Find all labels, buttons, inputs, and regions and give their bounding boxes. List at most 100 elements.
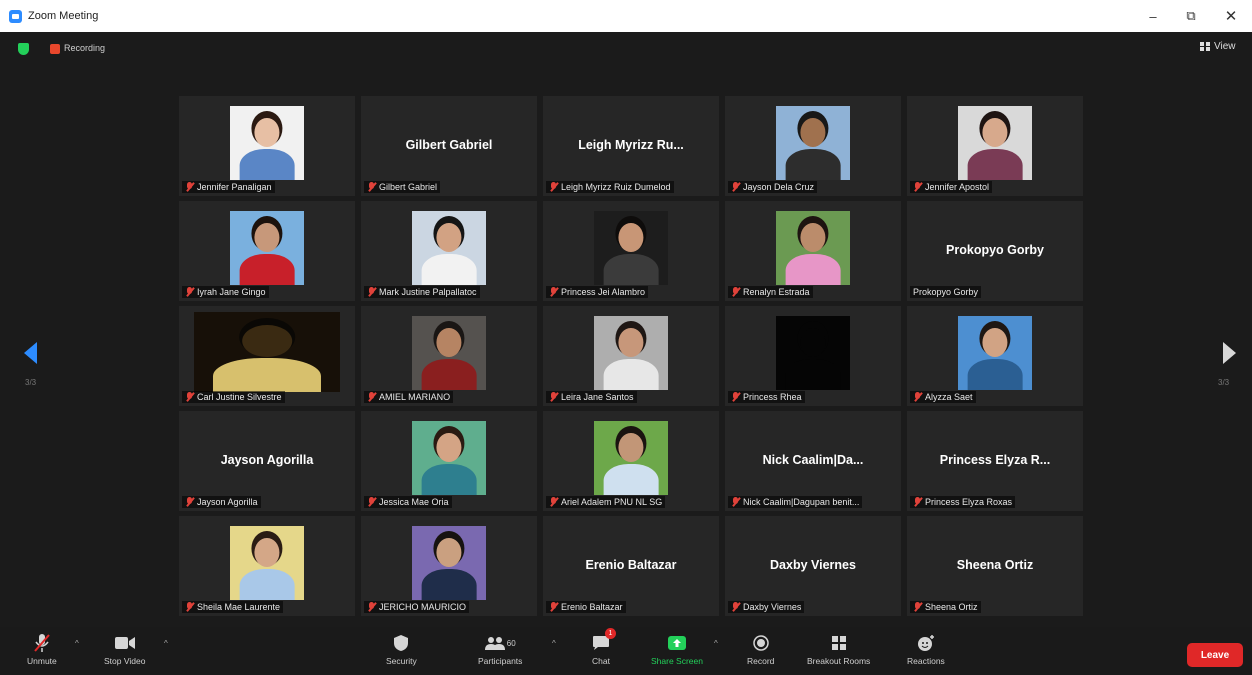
participant-name-label: Jennifer Panaligan — [182, 181, 275, 193]
participant-name: JERICHO MAURICIO — [379, 602, 467, 612]
unmute-button[interactable]: Unmute — [27, 633, 57, 666]
participant-tile[interactable]: Nick Caalim|Da... Nick Caalim|Dagupan ben… — [725, 411, 901, 511]
recording-label[interactable]: Recording — [64, 43, 105, 53]
participants-label: Participants — [478, 656, 523, 666]
participant-name-label: Alyzza Saet — [910, 391, 976, 403]
grid-view-icon — [1200, 42, 1210, 51]
microphone-muted-icon — [367, 287, 376, 297]
chat-button[interactable]: 1 Chat — [590, 628, 616, 666]
participant-video — [594, 316, 668, 390]
participant-tile[interactable]: Sheila Mae Laurente — [179, 516, 355, 616]
shield-icon — [390, 633, 412, 653]
participant-tile[interactable]: Jessica Mae Oria — [361, 411, 537, 511]
microphone-muted-icon — [549, 497, 558, 507]
participant-tile[interactable]: JERICHO MAURICIO — [361, 516, 537, 616]
participant-tile[interactable]: Mark Justine Palpallatoc — [361, 201, 537, 301]
next-page-icon[interactable] — [1222, 342, 1236, 364]
participant-name-label: Renalyn Estrada — [728, 286, 813, 298]
participant-name: Gilbert Gabriel — [379, 182, 438, 192]
microphone-muted-icon — [731, 182, 740, 192]
participant-tile[interactable]: Ariel Adalem PNU NL SG — [543, 411, 719, 511]
window-title: Zoom Meeting — [28, 10, 99, 22]
participant-tile[interactable]: Alyzza Saet — [907, 306, 1083, 406]
participant-name: Daxby Viernes — [743, 602, 802, 612]
microphone-muted-icon — [367, 182, 376, 192]
unmute-label: Unmute — [27, 656, 57, 666]
microphone-muted-icon — [367, 602, 376, 612]
participant-tile[interactable]: Daxby Viernes Daxby Viernes — [725, 516, 901, 616]
participants-icon: 60 — [480, 633, 520, 653]
reactions-button[interactable]: Reactions — [907, 633, 945, 666]
title-bar: Zoom Meeting – ⧉ ✕ — [0, 0, 1252, 32]
participant-video — [958, 106, 1032, 180]
share-screen-button[interactable]: Share Screen — [651, 633, 703, 666]
participant-tile[interactable]: Jennifer Apostol — [907, 96, 1083, 196]
participants-options-caret[interactable]: ^ — [552, 639, 556, 648]
microphone-muted-icon — [367, 497, 376, 507]
participant-tile[interactable]: Princess Jei Alambro — [543, 201, 719, 301]
participant-tile[interactable]: Leira Jane Santos — [543, 306, 719, 406]
participant-video — [230, 526, 304, 600]
participant-video — [412, 526, 486, 600]
breakout-rooms-label: Breakout Rooms — [807, 656, 871, 666]
microphone-muted-icon — [185, 602, 194, 612]
participants-button[interactable]: 60 Participants — [478, 633, 522, 666]
participant-tile[interactable]: Princess Rhea — [725, 306, 901, 406]
microphone-muted-icon — [185, 182, 194, 192]
participant-tile[interactable]: Gilbert Gabriel Gilbert Gabriel — [361, 96, 537, 196]
video-options-caret[interactable]: ^ — [164, 639, 168, 648]
participant-tile[interactable]: Renalyn Estrada — [725, 201, 901, 301]
participant-tile[interactable]: Jennifer Panaligan — [179, 96, 355, 196]
security-shield-icon[interactable] — [18, 43, 29, 55]
meeting-toolbar: Unmute ^ Stop Video ^ Security 60 Partic… — [0, 627, 1252, 675]
previous-page-icon[interactable] — [24, 342, 38, 364]
share-options-caret[interactable]: ^ — [714, 639, 718, 648]
record-button[interactable]: Record — [747, 633, 774, 666]
microphone-muted-icon — [731, 287, 740, 297]
zoom-logo-icon — [9, 9, 22, 23]
participant-display-name: Princess Elyza R... — [939, 453, 1051, 467]
microphone-muted-icon — [913, 182, 922, 192]
page-indicator-left: 3/3 — [25, 378, 37, 387]
participant-name-label: Princess Rhea — [728, 391, 805, 403]
participant-name: Alyzza Saet — [925, 392, 973, 402]
participant-tile[interactable]: Jayson Dela Cruz — [725, 96, 901, 196]
microphone-muted-icon — [731, 392, 740, 402]
participant-tile[interactable]: Princess Elyza R... Princess Elyza Roxas — [907, 411, 1083, 511]
participant-tile[interactable]: Jayson Agorilla Jayson Agorilla — [179, 411, 355, 511]
participant-tile[interactable]: Carl Justine Silvestre — [179, 306, 355, 406]
view-button[interactable]: View — [1200, 41, 1236, 52]
close-button[interactable]: ✕ — [1212, 0, 1250, 32]
meeting-top-strip: Recording View — [0, 32, 1252, 66]
participant-tile[interactable]: Prokopyo Gorby Prokopyo Gorby — [907, 201, 1083, 301]
view-label: View — [1214, 41, 1236, 52]
microphone-muted-icon — [367, 392, 376, 402]
participant-name: Ariel Adalem PNU NL SG — [561, 497, 663, 507]
participant-video — [594, 421, 668, 495]
participant-tile[interactable]: AMIEL MARIANO — [361, 306, 537, 406]
participant-tile[interactable]: Sheena Ortiz Sheena Ortiz — [907, 516, 1083, 616]
leave-button[interactable]: Leave — [1187, 643, 1243, 667]
participant-display-name: Nick Caalim|Da... — [762, 453, 864, 467]
security-button[interactable]: Security — [386, 633, 417, 666]
participant-name: Mark Justine Palpallatoc — [379, 287, 477, 297]
microphone-muted-icon — [185, 497, 194, 507]
participant-tile[interactable]: Iyrah Jane Gingo — [179, 201, 355, 301]
audio-options-caret[interactable]: ^ — [75, 639, 79, 648]
participant-name: Sheila Mae Laurente — [197, 602, 281, 612]
participant-tile[interactable]: Leigh Myrizz Ru... Leigh Myrizz Ruiz Dume… — [543, 96, 719, 196]
microphone-muted-icon — [913, 497, 922, 507]
microphone-muted-icon — [185, 287, 194, 297]
breakout-rooms-button[interactable]: Breakout Rooms — [807, 633, 870, 666]
maximize-button[interactable]: ⧉ — [1172, 0, 1210, 32]
participant-name: Leira Jane Santos — [561, 392, 634, 402]
minimize-button[interactable]: – — [1134, 0, 1172, 32]
stop-video-button[interactable]: Stop Video — [104, 633, 145, 666]
participant-name-label: Jayson Agorilla — [182, 496, 261, 508]
stop-video-label: Stop Video — [104, 656, 146, 666]
recording-icon[interactable] — [50, 44, 60, 54]
participant-display-name: Sheena Ortiz — [956, 558, 1034, 572]
share-screen-icon — [666, 633, 688, 653]
page-indicator-right: 3/3 — [1218, 378, 1230, 387]
participant-tile[interactable]: Erenio Baltazar Erenio Baltazar — [543, 516, 719, 616]
